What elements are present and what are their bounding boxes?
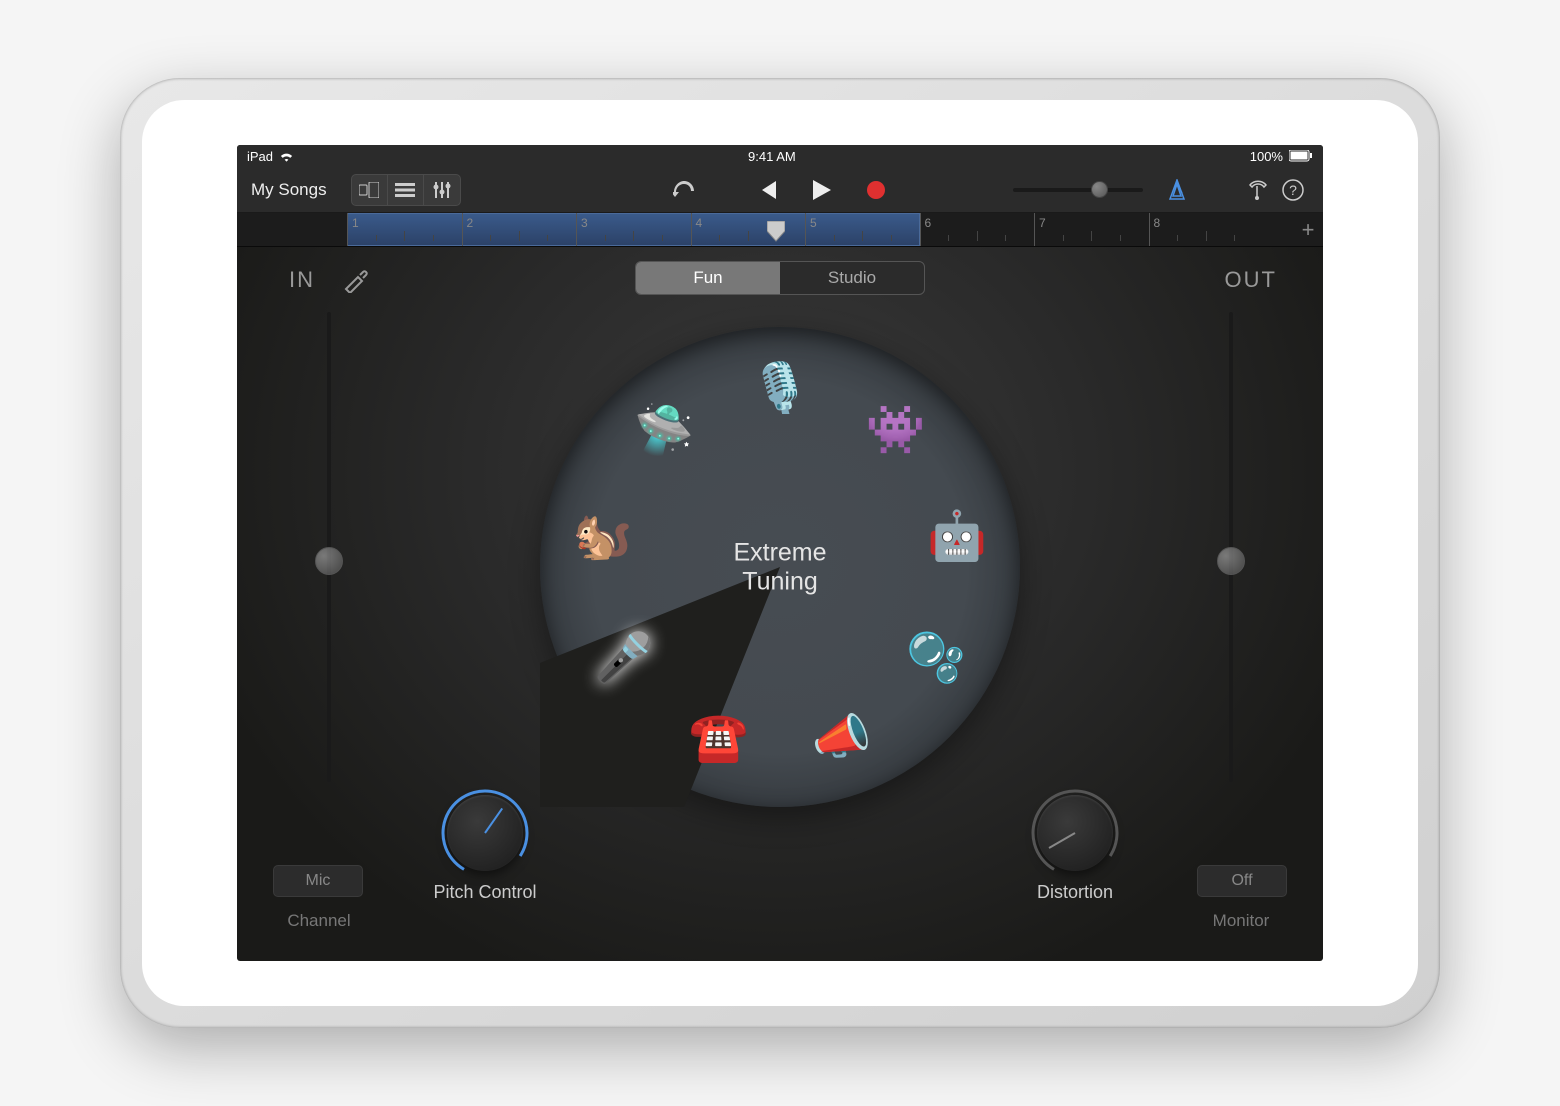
settings-button[interactable] [1237, 175, 1277, 205]
preset-extreme-tuning[interactable]: 🎤 [589, 622, 659, 692]
channel-button[interactable]: Mic [273, 865, 363, 897]
instrument-view: IN OUT Fun Studio [237, 247, 1323, 961]
bar-marker: 5 [805, 213, 817, 246]
distortion-knob[interactable] [1037, 795, 1113, 871]
monitor-button[interactable]: Off [1197, 865, 1287, 897]
preset-chipmunk[interactable]: 🐿️ [568, 501, 638, 571]
output-slider-thumb[interactable] [1217, 547, 1245, 575]
channel-label: Channel [259, 911, 379, 931]
bar-marker: 6 [920, 213, 932, 246]
tracks-button[interactable] [388, 175, 424, 205]
bar-marker: 4 [691, 213, 703, 246]
mode-segmented-control: Fun Studio [635, 261, 925, 295]
input-slider-thumb[interactable] [315, 547, 343, 575]
ipad-device-frame: iPad 9:41 AM 100% My Songs [120, 78, 1440, 1028]
battery-icon [1289, 150, 1313, 162]
help-button[interactable]: ? [1277, 175, 1309, 205]
status-bar: iPad 9:41 AM 100% [237, 145, 1323, 167]
preset-clean-mic[interactable]: 🎙️ [745, 352, 815, 422]
preset-monster[interactable]: 👾 [861, 394, 931, 464]
preset-alien[interactable]: 🛸 [629, 394, 699, 464]
timeline-ruler[interactable]: 1 2 3 4 5 6 7 8 + [237, 213, 1323, 247]
input-level-slider[interactable] [327, 312, 331, 782]
app-screen: iPad 9:41 AM 100% My Songs [237, 145, 1323, 961]
battery-percent: 100% [1250, 149, 1283, 164]
clock: 9:41 AM [748, 149, 796, 164]
record-button[interactable] [849, 175, 903, 205]
bar-marker: 8 [1149, 213, 1161, 246]
preset-robot[interactable]: 🤖 [922, 501, 992, 571]
output-level-slider[interactable] [1229, 312, 1233, 782]
master-volume-slider[interactable] [1013, 188, 1143, 192]
add-section-button[interactable]: + [1293, 213, 1323, 246]
bar-marker: 7 [1034, 213, 1046, 246]
preset-telephone[interactable]: ☎️ [683, 701, 753, 771]
input-jack-icon[interactable] [342, 265, 370, 298]
metronome-button[interactable] [1157, 175, 1197, 205]
preset-dreamy[interactable]: 🫧 [901, 622, 971, 692]
view-button-group [351, 174, 461, 206]
app-toolbar: My Songs [237, 167, 1323, 213]
wifi-icon [279, 150, 294, 162]
my-songs-button[interactable]: My Songs [251, 180, 327, 200]
tab-fun[interactable]: Fun [636, 262, 780, 294]
volume-thumb[interactable] [1091, 181, 1108, 198]
cycle-region[interactable] [347, 213, 920, 246]
distortion-label: Distortion [1005, 882, 1145, 903]
go-to-start-button[interactable] [741, 175, 795, 205]
device-label: iPad [247, 149, 273, 164]
browser-button[interactable] [352, 175, 388, 205]
transport-controls [657, 175, 903, 205]
pitch-control-knob[interactable] [447, 795, 523, 871]
pitch-control-label: Pitch Control [415, 882, 555, 903]
bar-marker: 1 [347, 213, 359, 246]
play-button[interactable] [795, 175, 849, 205]
preset-name-label: ExtremeTuning [733, 538, 826, 596]
svg-text:?: ? [1289, 182, 1297, 198]
mixer-button[interactable] [424, 175, 460, 205]
playhead[interactable] [767, 221, 785, 243]
input-label: IN [289, 267, 315, 293]
output-label: OUT [1225, 267, 1277, 293]
voice-preset-wheel[interactable]: ExtremeTuning 🎙️ 👾 🤖 🫧 📣 ☎️ 🎤 🐿️ 🛸 [540, 327, 1020, 807]
monitor-label: Monitor [1181, 911, 1301, 931]
bar-marker: 2 [462, 213, 474, 246]
preset-bullhorn[interactable]: 📣 [807, 701, 877, 771]
bar-marker: 3 [576, 213, 588, 246]
tab-studio[interactable]: Studio [780, 262, 924, 294]
undo-button[interactable] [657, 175, 711, 205]
